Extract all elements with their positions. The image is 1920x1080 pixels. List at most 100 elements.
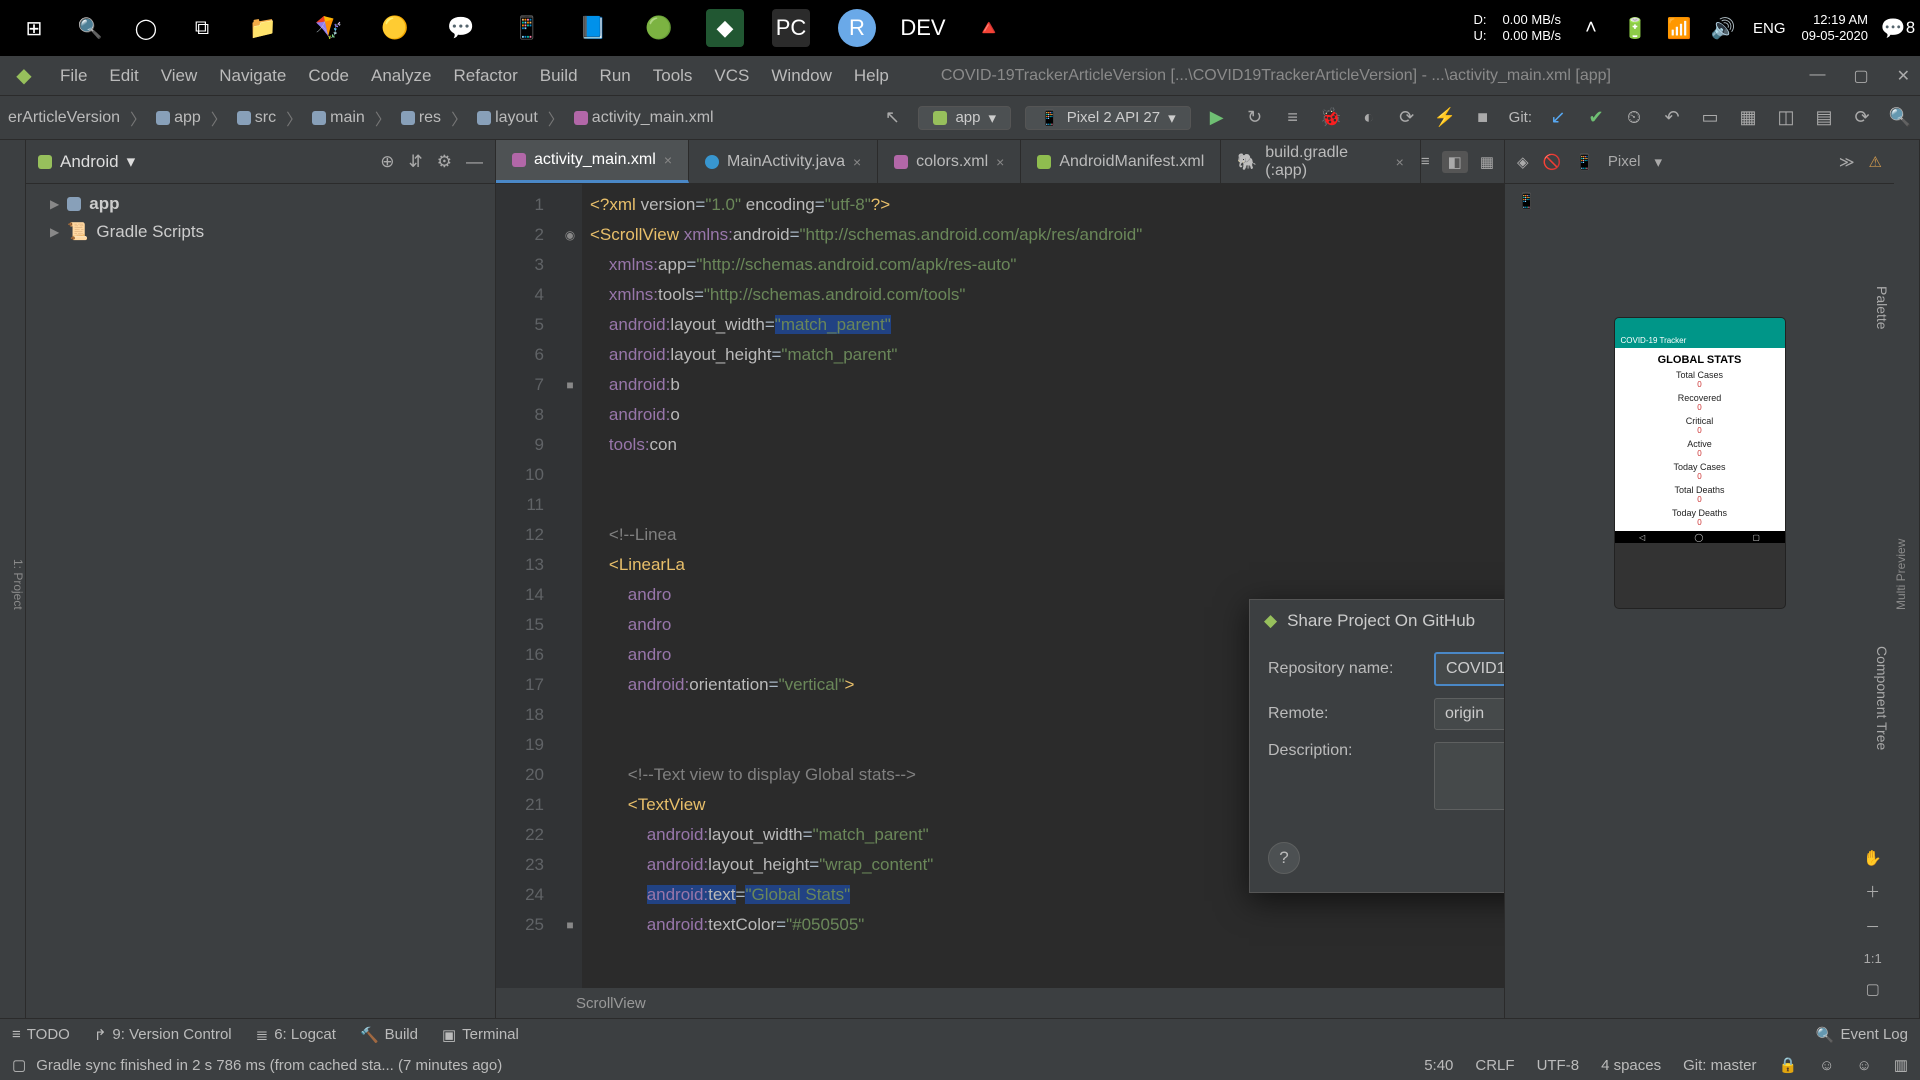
layout-inspector-icon[interactable]: ◫	[1774, 106, 1798, 130]
palette-label[interactable]: Palette	[1872, 280, 1892, 336]
back-arrow-icon[interactable]: ↖	[880, 106, 904, 130]
notes-icon[interactable]: 📘	[574, 9, 612, 47]
heap-indicator-icon[interactable]: ▥	[1894, 1056, 1908, 1074]
code-editor[interactable]: 1234567891011121314151617181920212223242…	[496, 184, 1504, 988]
wifi-icon[interactable]: 📶	[1665, 14, 1693, 42]
orientation-icon[interactable]: 🚫	[1543, 153, 1562, 171]
battery-icon[interactable]: 🔋	[1621, 14, 1649, 42]
breadcrumb[interactable]: erArticleVersion〉 app〉 src〉 main〉 res〉 l…	[8, 106, 714, 130]
volume-icon[interactable]: 🔊	[1709, 14, 1737, 42]
breadcrumb-0[interactable]: erArticleVersion	[8, 109, 120, 127]
menu-run[interactable]: Run	[600, 66, 631, 86]
close-icon[interactable]: ×	[996, 154, 1004, 170]
git-branch-indicator[interactable]: Git: master	[1683, 1057, 1756, 1074]
menu-file[interactable]: File	[60, 66, 87, 86]
face-icon[interactable]: ☺	[1819, 1057, 1834, 1074]
tab-activity-main[interactable]: activity_main.xml×	[496, 140, 689, 183]
view-split-icon[interactable]: ◧	[1442, 151, 1468, 173]
task-view-icon[interactable]: ⧉	[188, 14, 216, 42]
indent-indicator[interactable]: 4 spaces	[1601, 1057, 1661, 1074]
menu-edit[interactable]: Edit	[109, 66, 138, 86]
zoom-fit-icon[interactable]: 1:1	[1864, 951, 1882, 966]
sdk-icon[interactable]: ▦	[1736, 106, 1760, 130]
sync-icon[interactable]: ⟳	[1850, 106, 1874, 130]
chevron-up-icon[interactable]: ˄	[1577, 14, 1605, 42]
git-pull-icon[interactable]: ↙	[1546, 106, 1570, 130]
help-icon[interactable]: ?	[1268, 842, 1300, 874]
whatsapp-icon[interactable]: 💬	[442, 9, 480, 47]
surface-icon[interactable]: ◈	[1517, 153, 1529, 171]
search-everywhere-icon[interactable]: 🔍	[1888, 106, 1912, 130]
zoom-reset-icon[interactable]: ▢	[1866, 980, 1880, 998]
git-history-icon[interactable]: ⏲	[1622, 106, 1646, 130]
language-indicator[interactable]: ENG	[1753, 20, 1786, 37]
component-tree-label[interactable]: Component Tree	[1872, 640, 1892, 756]
run-config-combo[interactable]: app ▾	[918, 106, 1011, 130]
device-preview[interactable]: COVID-19 Tracker GLOBAL STATS Total Case…	[1615, 318, 1785, 608]
menu-code[interactable]: Code	[308, 66, 349, 86]
stripe-multi-preview[interactable]: Multi Preview	[1894, 528, 1908, 619]
close-icon[interactable]: ×	[1396, 154, 1404, 170]
tab-event-log[interactable]: 🔍 Event Log	[1816, 1026, 1908, 1044]
collapse-icon[interactable]: ⇵	[409, 152, 423, 172]
rstudio-icon[interactable]: R	[838, 9, 876, 47]
menu-vcs[interactable]: VCS	[714, 66, 749, 86]
tab-manifest[interactable]: AndroidManifest.xml	[1021, 140, 1221, 183]
maximize-icon[interactable]: ▢	[1853, 66, 1868, 86]
phone-icon[interactable]: 📱	[508, 9, 546, 47]
chrome-icon[interactable]: 🟡	[376, 9, 414, 47]
tab-main-activity[interactable]: MainActivity.java×	[689, 140, 878, 183]
file-explorer-icon[interactable]: 📁	[244, 9, 282, 47]
view-design-icon[interactable]: ▦	[1480, 153, 1494, 171]
notification-icon[interactable]: 💬8	[1884, 14, 1912, 42]
caret-position[interactable]: 5:40	[1424, 1057, 1453, 1074]
breadcrumb-1[interactable]: app	[174, 109, 201, 127]
face2-icon[interactable]: ☺	[1856, 1057, 1871, 1074]
line-separator[interactable]: CRLF	[1475, 1057, 1514, 1074]
vlc-icon[interactable]: 🔺	[970, 9, 1008, 47]
breadcrumb-2[interactable]: src	[255, 109, 276, 127]
project-view-label[interactable]: Android	[60, 152, 119, 172]
view-code-icon[interactable]: ≡	[1421, 153, 1430, 170]
menu-analyze[interactable]: Analyze	[371, 66, 431, 86]
tab-build[interactable]: 🔨 Build	[360, 1026, 418, 1044]
menu-window[interactable]: Window	[771, 66, 831, 86]
minimize-icon[interactable]: —	[1809, 66, 1825, 86]
clock[interactable]: 12:19 AM 09-05-2020	[1802, 12, 1869, 43]
dev-icon[interactable]: DEV	[904, 9, 942, 47]
target-icon[interactable]: ⊕	[380, 152, 394, 172]
encoding-indicator[interactable]: UTF-8	[1537, 1057, 1580, 1074]
run-icon[interactable]: ▶	[1205, 106, 1229, 130]
snip-icon[interactable]: 🪁	[310, 9, 348, 47]
device-selector[interactable]: Pixel	[1608, 153, 1641, 170]
tab-vcs[interactable]: ↱ 9: Version Control	[94, 1026, 232, 1044]
breadcrumb-6[interactable]: activity_main.xml	[592, 109, 714, 127]
stop-icon[interactable]: ■	[1471, 106, 1495, 130]
warnings-icon[interactable]: ⚠	[1869, 153, 1882, 171]
device-combo[interactable]: 📱 Pixel 2 API 27 ▾	[1025, 106, 1191, 130]
tab-todo[interactable]: ≡ TODO	[12, 1026, 70, 1043]
windows-start-icon[interactable]: ⊞	[20, 14, 48, 42]
menu-tools[interactable]: Tools	[653, 66, 693, 86]
android-studio-icon[interactable]: ◆	[706, 9, 744, 47]
heap-icon[interactable]: ▤	[1812, 106, 1836, 130]
search-icon[interactable]: 🔍	[76, 14, 104, 42]
debug-icon[interactable]: 🐞	[1319, 106, 1343, 130]
status-indicator-icon[interactable]: ▢	[12, 1056, 26, 1074]
rerun-icon[interactable]: ↻	[1243, 106, 1267, 130]
tree-item-app[interactable]: ▶app	[38, 190, 483, 218]
tab-logcat[interactable]: ≣ 6: Logcat	[256, 1026, 336, 1044]
git-commit-icon[interactable]: ✔	[1584, 106, 1608, 130]
close-icon[interactable]: ×	[853, 154, 861, 170]
coverage-icon[interactable]: ◐	[1357, 106, 1381, 130]
git-revert-icon[interactable]: ↶	[1660, 106, 1684, 130]
close-icon[interactable]: ×	[664, 152, 672, 168]
phone-badge-icon[interactable]: 📱	[1505, 184, 1894, 218]
menu-navigate[interactable]: Navigate	[219, 66, 286, 86]
pan-icon[interactable]: ✋	[1863, 849, 1882, 867]
avd-icon[interactable]: ▭	[1698, 106, 1722, 130]
menu-view[interactable]: View	[161, 66, 198, 86]
tree-item-gradle-scripts[interactable]: ▶📜Gradle Scripts	[38, 218, 483, 246]
breadcrumb-4[interactable]: res	[419, 109, 441, 127]
breadcrumb-5[interactable]: layout	[495, 109, 538, 127]
